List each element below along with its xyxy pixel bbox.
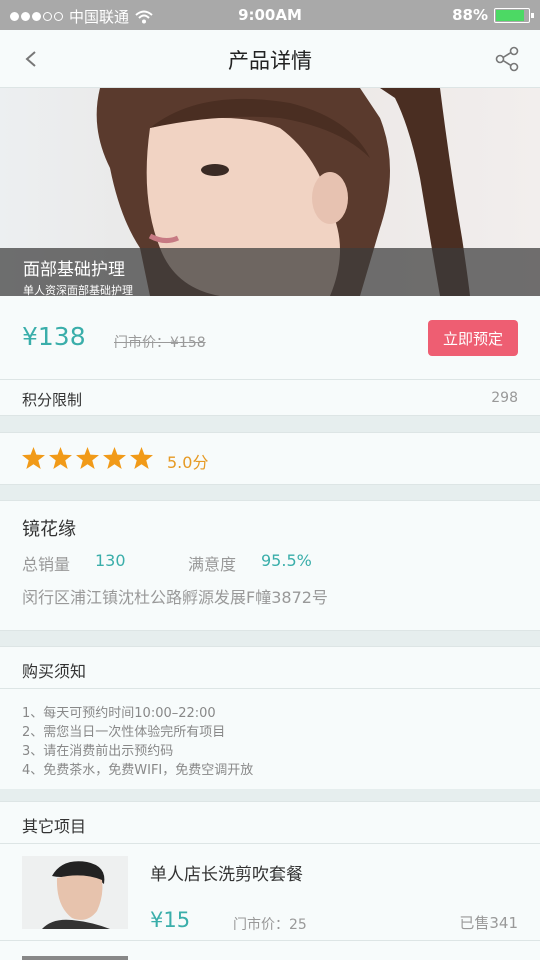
satisfaction-label: 满意度	[188, 555, 237, 574]
rating-section: 5.0分	[0, 432, 540, 485]
list-item[interactable]: 单人店长洗剪吹套餐 ¥15 门市价：25 已售341	[0, 844, 540, 940]
star-icon	[103, 447, 126, 469]
share-icon[interactable]	[494, 46, 520, 72]
other-items-title: 其它项目	[22, 817, 87, 836]
book-now-button[interactable]: 立即预定	[428, 320, 518, 356]
item-price: ¥15	[150, 908, 191, 932]
battery-fill	[496, 9, 525, 21]
product-title: 面部基础护理	[23, 260, 125, 280]
store-name: 镜花缘	[22, 519, 76, 540]
notice-item: 1、每天可预约时间10:00–22:00	[22, 706, 216, 721]
points-row: 积分限制 298	[0, 380, 540, 416]
item-name: 单人店长洗剪吹套餐	[150, 865, 303, 885]
store-section[interactable]: 镜花缘 总销量 130 满意度 95.5% 闵行区浦江镇沈杜公路孵源发展F幢38…	[0, 500, 540, 631]
store-address: 闵行区浦江镇沈杜公路孵源发展F幢3872号	[22, 588, 328, 607]
price-section: ¥138 门市价：¥158 立即预定	[0, 296, 540, 380]
item-thumbnail	[22, 856, 128, 929]
next-item-thumbnail	[22, 956, 128, 960]
notice-item: 4、免费茶水，免费WIFI，免费空调开放	[22, 763, 254, 778]
satisfaction-value: 95.5%	[261, 551, 312, 570]
item-photo	[22, 856, 128, 929]
other-items-section: 其它项目 单人店长洗剪吹套餐 ¥15 门市价：25 已售341	[0, 801, 540, 960]
points-label: 积分限制	[22, 391, 83, 409]
product-subtitle: 单人资深面部基础护理	[23, 284, 133, 296]
points-value: 298	[491, 390, 518, 406]
sales-value: 130	[95, 551, 126, 570]
battery-icon	[494, 7, 534, 23]
divider	[0, 688, 540, 689]
current-price: ¥138	[22, 322, 86, 351]
star-icon	[49, 447, 72, 469]
notice-item: 3、请在消费前出示预约码	[22, 744, 174, 759]
page-title: 产品详情	[228, 49, 312, 73]
hero-caption: 面部基础护理 单人资深面部基础护理	[0, 248, 540, 296]
star-icon	[130, 447, 153, 469]
notice-title: 购买须知	[22, 662, 87, 681]
star-icon	[22, 447, 45, 469]
status-bar: 中国联通 9:00AM 88%	[0, 0, 540, 30]
purchase-notice-section: 购买须知 1、每天可预约时间10:00–22:00 2、需您当日一次性体验完所有…	[0, 646, 540, 789]
product-hero-image: 面部基础护理 单人资深面部基础护理	[0, 88, 540, 296]
nav-bar: 产品详情	[0, 30, 540, 88]
battery-percent: 88%	[452, 6, 488, 24]
star-rating	[22, 447, 153, 469]
item-sold-count: 已售341	[459, 914, 518, 932]
market-price: 门市价：¥158	[114, 335, 206, 351]
sales-label: 总销量	[22, 555, 71, 574]
battery-group: 88%	[452, 6, 534, 24]
star-icon	[76, 447, 99, 469]
divider	[0, 940, 540, 941]
notice-item: 2、需您当日一次性体验完所有项目	[22, 725, 226, 740]
rating-score: 5.0分	[167, 453, 209, 472]
notice-list: 1、每天可预约时间10:00–22:00 2、需您当日一次性体验完所有项目 3、…	[22, 704, 253, 780]
item-market-price: 门市价：25	[233, 917, 307, 933]
